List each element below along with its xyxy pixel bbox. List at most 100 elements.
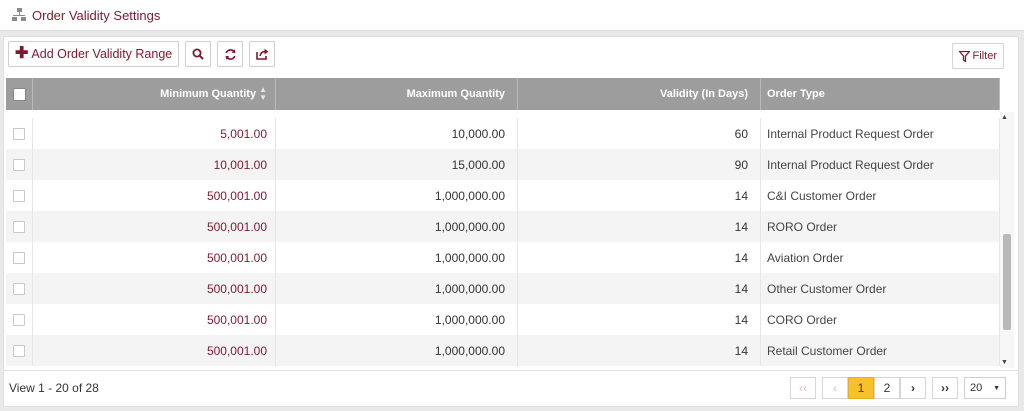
column-header-maximum-quantity[interactable]: Maximum Quantity bbox=[276, 78, 518, 110]
scrollbar-thumb[interactable] bbox=[1003, 234, 1011, 330]
page-2-button[interactable]: 2 bbox=[874, 377, 900, 399]
table-row[interactable]: 500,001.00 1,000,000.00 14 CORO Order bbox=[6, 304, 1000, 335]
page-size-select[interactable]: 20 ▼ bbox=[964, 377, 1006, 399]
pager: ‹‹ ‹ 1 2 › ›› 20 ▼ bbox=[790, 377, 1006, 399]
max-quantity-cell: 1,000,000.00 bbox=[276, 304, 518, 335]
refresh-icon bbox=[225, 48, 236, 60]
search-icon bbox=[192, 48, 204, 60]
row-checkbox-cell bbox=[6, 118, 33, 149]
validity-cell: 14 bbox=[518, 211, 761, 242]
select-all-cell bbox=[6, 78, 33, 110]
min-quantity-cell: 500,001.00 bbox=[33, 180, 276, 211]
order-type-cell: Other Customer Order bbox=[761, 273, 1000, 304]
export-icon bbox=[255, 48, 269, 60]
column-header-order-type[interactable]: Order Type bbox=[761, 78, 1000, 110]
row-checkbox-cell bbox=[6, 211, 33, 242]
plus-icon: ✚ bbox=[15, 45, 29, 62]
order-type-cell: Retail Customer Order bbox=[761, 335, 1000, 366]
order-type-cell: Internal Product Request Order bbox=[761, 118, 1000, 149]
page-1-button[interactable]: 1 bbox=[848, 377, 874, 399]
order-type-cell: CORO Order bbox=[761, 304, 1000, 335]
grid-header: Minimum Quantity ▲ ▼ Maximum Quantity Val… bbox=[6, 78, 1000, 110]
scroll-up-icon[interactable]: ▲ bbox=[1001, 114, 1008, 121]
chevron-left-icon: ‹ bbox=[833, 381, 837, 395]
first-page-button[interactable]: ‹‹ bbox=[790, 377, 816, 399]
export-button[interactable] bbox=[249, 41, 276, 67]
max-quantity-cell: 15,000.00 bbox=[276, 149, 518, 180]
order-type-cell: RORO Order bbox=[761, 211, 1000, 242]
row-checkbox[interactable] bbox=[13, 313, 25, 326]
max-quantity-cell: 10,000.00 bbox=[276, 118, 518, 149]
validity-cell: 14 bbox=[518, 273, 761, 304]
page-title: Order Validity Settings bbox=[32, 7, 161, 23]
min-quantity-cell: 500,001.00 bbox=[33, 211, 276, 242]
table-row[interactable]: 500,001.00 1,000,000.00 14 Aviation Orde… bbox=[6, 242, 1000, 273]
sort-icon: ▲ ▼ bbox=[259, 85, 267, 102]
max-quantity-cell: 1,000,000.00 bbox=[276, 211, 518, 242]
table-row[interactable]: 500,001.00 1,000,000.00 14 Other Custome… bbox=[6, 273, 1000, 304]
column-header-validity[interactable]: Validity (In Days) bbox=[518, 78, 761, 110]
grid-panel: ✚ Add Order Validity Range Filter Minimu… bbox=[3, 36, 1019, 407]
validity-cell: 60 bbox=[518, 118, 761, 149]
order-type-cell: C&I Customer Order bbox=[761, 180, 1000, 211]
grid-body: 5,001.00 10,000.00 60 Internal Product R… bbox=[6, 118, 1000, 366]
max-quantity-cell: 1,000,000.00 bbox=[276, 180, 518, 211]
chevron-right-icon: › bbox=[911, 381, 915, 395]
search-button[interactable] bbox=[185, 41, 212, 67]
max-quantity-cell: 1,000,000.00 bbox=[276, 242, 518, 273]
scroll-down-icon[interactable]: ▼ bbox=[1001, 359, 1008, 366]
row-checkbox[interactable] bbox=[13, 344, 25, 357]
grid-footer: View 1 - 20 of 28 ‹‹ ‹ 1 2 › ›› 20 ▼ bbox=[4, 370, 1018, 406]
next-page-button[interactable]: › bbox=[900, 377, 926, 399]
row-checkbox[interactable] bbox=[13, 251, 25, 264]
double-chevron-left-icon: ‹‹ bbox=[799, 381, 807, 395]
row-checkbox[interactable] bbox=[13, 127, 25, 140]
column-header-label: Order Type bbox=[767, 88, 825, 100]
order-type-cell: Internal Product Request Order bbox=[761, 149, 1000, 180]
table-row[interactable]: 10,001.00 15,000.00 90 Internal Product … bbox=[6, 149, 1000, 180]
last-page-button[interactable]: ›› bbox=[932, 377, 958, 399]
title-bar: Order Validity Settings bbox=[0, 0, 1024, 31]
table-row[interactable]: 5,001.00 10,000.00 60 Internal Product R… bbox=[6, 118, 1000, 149]
table-row[interactable]: 500,001.00 1,000,000.00 14 RORO Order bbox=[6, 211, 1000, 242]
vertical-scrollbar[interactable]: ▲ ▼ bbox=[1000, 112, 1014, 368]
row-checkbox-cell bbox=[6, 335, 33, 366]
min-quantity-cell: 5,001.00 bbox=[33, 118, 276, 149]
min-quantity-cell: 500,001.00 bbox=[33, 304, 276, 335]
row-checkbox[interactable] bbox=[13, 158, 25, 171]
table-row[interactable]: 500,001.00 1,000,000.00 14 C&I Customer … bbox=[6, 180, 1000, 211]
min-quantity-cell: 500,001.00 bbox=[33, 335, 276, 366]
validity-cell: 90 bbox=[518, 149, 761, 180]
row-checkbox-cell bbox=[6, 304, 33, 335]
row-checkbox-cell bbox=[6, 149, 33, 180]
sitemap-icon bbox=[12, 8, 26, 22]
add-button-label: Add Order Validity Range bbox=[31, 47, 173, 61]
refresh-button[interactable] bbox=[217, 41, 244, 67]
toolbar: ✚ Add Order Validity Range bbox=[8, 41, 276, 69]
min-quantity-cell: 500,001.00 bbox=[33, 273, 276, 304]
row-checkbox-cell bbox=[6, 273, 33, 304]
records-info: View 1 - 20 of 28 bbox=[9, 381, 99, 395]
filter-label: Filter bbox=[972, 50, 997, 62]
validity-cell: 14 bbox=[518, 242, 761, 273]
row-checkbox[interactable] bbox=[13, 220, 25, 233]
table-row[interactable]: 500,001.00 1,000,000.00 14 Retail Custom… bbox=[6, 335, 1000, 366]
filter-icon bbox=[958, 50, 970, 62]
page-size-value: 20 bbox=[970, 382, 983, 394]
column-header-minimum-quantity[interactable]: Minimum Quantity ▲ ▼ bbox=[33, 78, 276, 110]
filter-button[interactable]: Filter bbox=[951, 43, 1004, 69]
row-checkbox[interactable] bbox=[13, 282, 25, 295]
order-type-cell: Aviation Order bbox=[761, 242, 1000, 273]
validity-cell: 14 bbox=[518, 180, 761, 211]
caret-down-icon: ▼ bbox=[993, 384, 1000, 392]
validity-cell: 14 bbox=[518, 304, 761, 335]
row-checkbox-cell bbox=[6, 242, 33, 273]
previous-page-button[interactable]: ‹ bbox=[822, 377, 848, 399]
data-grid: Minimum Quantity ▲ ▼ Maximum Quantity Val… bbox=[6, 78, 1000, 368]
row-checkbox-cell bbox=[6, 180, 33, 211]
row-checkbox[interactable] bbox=[13, 189, 25, 202]
max-quantity-cell: 1,000,000.00 bbox=[276, 273, 518, 304]
min-quantity-cell: 500,001.00 bbox=[33, 242, 276, 273]
add-order-validity-range-button[interactable]: ✚ Add Order Validity Range bbox=[8, 41, 180, 67]
select-all-checkbox[interactable] bbox=[12, 87, 26, 101]
